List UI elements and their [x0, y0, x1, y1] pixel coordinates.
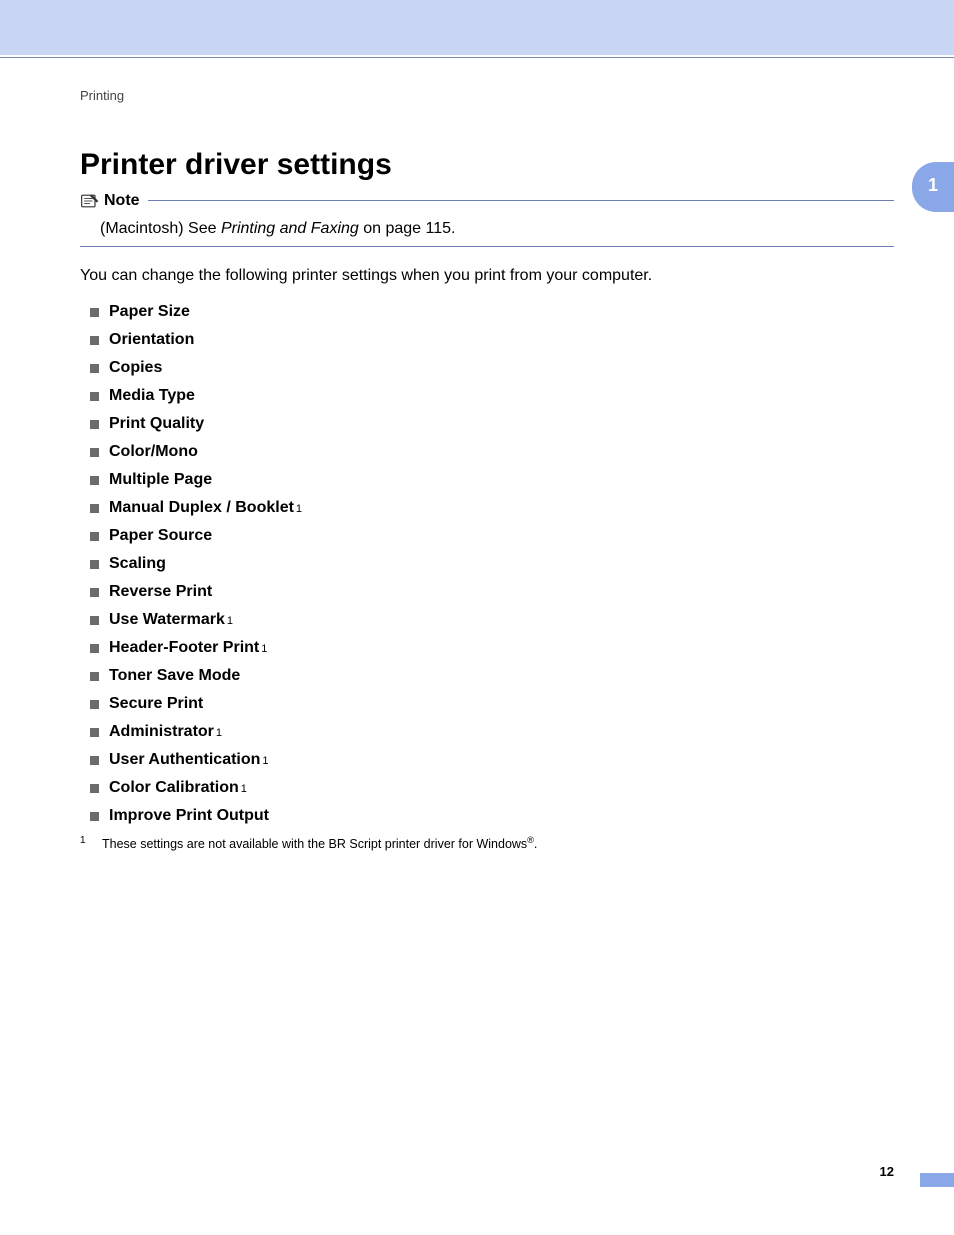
- note-prefix: (Macintosh) See: [100, 220, 221, 237]
- footnote-ref: 1: [261, 643, 267, 655]
- setting-label: Administrator: [109, 723, 214, 741]
- note-suffix: on page 115.: [359, 220, 456, 237]
- list-item: Reverse Print: [90, 583, 894, 601]
- footnote: 1 These settings are not available with …: [80, 835, 894, 851]
- note-box: Note (Macintosh) See Printing and Faxing…: [80, 200, 894, 247]
- bullet-icon: [90, 784, 99, 793]
- breadcrumb: Printing: [80, 88, 894, 103]
- bullet-icon: [90, 588, 99, 597]
- page-number-accent: [920, 1173, 954, 1187]
- list-item: Header-Footer Print1: [90, 639, 894, 657]
- header-band: [0, 0, 954, 55]
- bullet-icon: [90, 532, 99, 541]
- list-item: Print Quality: [90, 415, 894, 433]
- bullet-icon: [90, 672, 99, 681]
- setting-label: Copies: [109, 359, 162, 377]
- chapter-tab: 1: [912, 162, 954, 212]
- page-title: Printer driver settings: [80, 148, 894, 182]
- bullet-icon: [90, 308, 99, 317]
- list-item: Manual Duplex / Booklet1: [90, 499, 894, 517]
- note-label: Note: [104, 192, 140, 210]
- footnote-text-after: .: [534, 837, 537, 851]
- list-item: Toner Save Mode: [90, 667, 894, 685]
- bullet-icon: [90, 728, 99, 737]
- setting-label: Secure Print: [109, 695, 203, 713]
- footnote-ref: 1: [227, 615, 233, 627]
- setting-label: Improve Print Output: [109, 807, 269, 825]
- bullet-icon: [90, 616, 99, 625]
- setting-label: User Authentication: [109, 751, 260, 769]
- bullet-icon: [90, 756, 99, 765]
- note-body: (Macintosh) See Printing and Faxing on p…: [80, 220, 894, 238]
- bullet-icon: [90, 812, 99, 821]
- bullet-icon: [90, 476, 99, 485]
- note-icon: [80, 192, 100, 210]
- list-item: Scaling: [90, 555, 894, 573]
- list-item: User Authentication1: [90, 751, 894, 769]
- setting-label: Print Quality: [109, 415, 204, 433]
- footnote-text-before: These settings are not available with th…: [102, 837, 527, 851]
- setting-label: Scaling: [109, 555, 166, 573]
- intro-text: You can change the following printer set…: [80, 267, 894, 285]
- setting-label: Toner Save Mode: [109, 667, 240, 685]
- list-item: Administrator1: [90, 723, 894, 741]
- list-item: Copies: [90, 359, 894, 377]
- setting-label: Color/Mono: [109, 443, 198, 461]
- setting-label: Manual Duplex / Booklet: [109, 499, 294, 517]
- note-header: Note: [80, 192, 148, 210]
- setting-label: Paper Size: [109, 303, 190, 321]
- registered-symbol: ®: [527, 835, 534, 845]
- footnote-ref: 1: [296, 503, 302, 515]
- setting-label: Reverse Print: [109, 583, 212, 601]
- bullet-icon: [90, 560, 99, 569]
- bullet-icon: [90, 644, 99, 653]
- list-item: Secure Print: [90, 695, 894, 713]
- bullet-icon: [90, 392, 99, 401]
- list-item: Improve Print Output: [90, 807, 894, 825]
- list-item: Media Type: [90, 387, 894, 405]
- setting-label: Paper Source: [109, 527, 212, 545]
- list-item: Use Watermark1: [90, 611, 894, 629]
- bullet-icon: [90, 420, 99, 429]
- list-item: Paper Size: [90, 303, 894, 321]
- bullet-icon: [90, 504, 99, 513]
- footnote-ref: 1: [241, 783, 247, 795]
- setting-label: Media Type: [109, 387, 195, 405]
- footnote-ref: 1: [216, 727, 222, 739]
- page-content: Printing Printer driver settings Note (M…: [0, 58, 954, 851]
- bullet-icon: [90, 700, 99, 709]
- setting-label: Multiple Page: [109, 471, 212, 489]
- list-item: Multiple Page: [90, 471, 894, 489]
- settings-list: Paper Size Orientation Copies Media Type…: [80, 303, 894, 825]
- page-number: 12: [880, 1164, 894, 1179]
- footnote-text: These settings are not available with th…: [102, 835, 537, 851]
- setting-label: Orientation: [109, 331, 194, 349]
- bullet-icon: [90, 336, 99, 345]
- footnote-ref: 1: [262, 755, 268, 767]
- note-link[interactable]: Printing and Faxing: [221, 220, 359, 237]
- bullet-icon: [90, 448, 99, 457]
- setting-label: Header-Footer Print: [109, 639, 259, 657]
- setting-label: Use Watermark: [109, 611, 225, 629]
- list-item: Paper Source: [90, 527, 894, 545]
- list-item: Color/Mono: [90, 443, 894, 461]
- list-item: Color Calibration1: [90, 779, 894, 797]
- list-item: Orientation: [90, 331, 894, 349]
- bullet-icon: [90, 364, 99, 373]
- footnote-number: 1: [80, 835, 102, 851]
- setting-label: Color Calibration: [109, 779, 239, 797]
